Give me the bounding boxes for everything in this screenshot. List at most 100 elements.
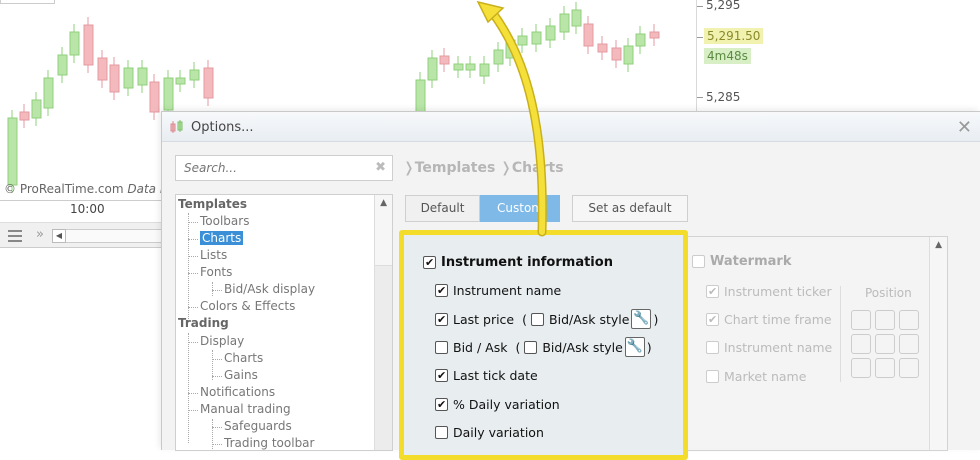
- position-cell[interactable]: [899, 358, 919, 378]
- position-cell[interactable]: [875, 334, 895, 354]
- candle-body: [427, 57, 438, 81]
- position-cell[interactable]: [899, 310, 919, 330]
- tree-scrollbar[interactable]: ▲: [374, 195, 392, 450]
- content-scrollbar[interactable]: ▲: [929, 237, 947, 450]
- tree-item-display-charts[interactable]: Charts: [224, 351, 263, 365]
- tree-item-lists[interactable]: Lists: [200, 248, 227, 262]
- bid-ask-row[interactable]: Bid / Ask ( Bid/Ask style 🔧 ): [435, 337, 652, 357]
- position-cell[interactable]: [851, 358, 871, 378]
- horizontal-scrollbar[interactable]: [66, 229, 165, 243]
- instrument-name-row[interactable]: Instrument name: [435, 283, 561, 298]
- search-input[interactable]: [176, 156, 366, 180]
- candle-body: [175, 77, 186, 85]
- watermark-timeframe-row[interactable]: Chart time frame: [706, 312, 832, 327]
- tree-branch: [212, 359, 222, 360]
- tab-custom[interactable]: Custom: [480, 195, 560, 222]
- tree-section-templates[interactable]: Templates: [178, 197, 247, 211]
- watermark-name-checkbox[interactable]: [706, 341, 719, 354]
- candle-body: [649, 31, 660, 39]
- tree-item-fonts[interactable]: Fonts: [200, 265, 232, 279]
- tab-default[interactable]: Default: [405, 195, 480, 222]
- settings-tree: Templates Toolbars Charts Lists Fonts Bi…: [175, 194, 393, 451]
- tree-item-display[interactable]: Display: [200, 334, 244, 348]
- breadcrumb-charts[interactable]: Charts: [512, 160, 564, 176]
- candle-body: [57, 54, 68, 76]
- tree-item-trading-toolbar[interactable]: Trading toolbar: [224, 436, 314, 450]
- price-tick: [697, 97, 703, 98]
- tree-item-toolbars[interactable]: Toolbars: [200, 214, 249, 228]
- pct-daily-variation-row[interactable]: % Daily variation: [435, 397, 560, 412]
- watermark-ticker-checkbox[interactable]: [706, 285, 719, 298]
- tree-connector: [188, 333, 189, 443]
- watermark-ticker-row[interactable]: Instrument ticker: [706, 284, 832, 299]
- double-chevron-icon[interactable]: »: [36, 227, 44, 242]
- data-source-text: Data r: [127, 182, 165, 196]
- tree-branch: [188, 307, 198, 308]
- breadcrumb-chevron-icon: ❭: [403, 160, 415, 176]
- position-cell[interactable]: [851, 310, 871, 330]
- tree-item-colors-effects[interactable]: Colors & Effects: [200, 299, 295, 313]
- tree-branch: [188, 222, 198, 223]
- position-cell[interactable]: [875, 310, 895, 330]
- tree-item-charts[interactable]: Charts: [200, 231, 244, 245]
- daily-variation-checkbox[interactable]: [435, 426, 448, 439]
- tree-item-manual-trading[interactable]: Manual trading: [200, 402, 291, 416]
- scrollbar-thumb[interactable]: [375, 265, 392, 450]
- last-price-row[interactable]: Last price ( Bid/Ask style 🔧 ): [435, 309, 658, 329]
- bid-ask-style-checkbox[interactable]: [524, 340, 538, 354]
- bidask-style-label: Bid/Ask style: [542, 339, 623, 355]
- menu-icon[interactable]: [8, 230, 22, 242]
- watermark-market-checkbox[interactable]: [706, 370, 719, 383]
- breadcrumb-templates[interactable]: Templates: [415, 160, 496, 176]
- instrument-info-row[interactable]: Instrument information: [423, 255, 613, 270]
- instrument-info-checkbox[interactable]: [423, 256, 436, 269]
- set-as-default-button[interactable]: Set as default: [572, 195, 688, 222]
- candle-body: [149, 81, 160, 113]
- watermark-market-row[interactable]: Market name: [706, 369, 806, 384]
- position-cell[interactable]: [851, 334, 871, 354]
- scroll-up-icon[interactable]: ▲: [935, 240, 942, 250]
- tree-item-safeguards[interactable]: Safeguards: [224, 419, 292, 433]
- candle-body: [203, 67, 214, 99]
- copyright-label: © ProRealTime.com: [4, 182, 124, 196]
- daily-variation-row[interactable]: Daily variation: [435, 425, 544, 440]
- wrench-icon[interactable]: 🔧: [631, 309, 652, 329]
- last-price-label: 5,291.50: [704, 28, 764, 44]
- pct-daily-variation-checkbox[interactable]: [435, 398, 448, 411]
- last-tick-date-checkbox[interactable]: [435, 369, 448, 382]
- instrument-name-checkbox[interactable]: [435, 284, 448, 297]
- watermark-checkbox[interactable]: [692, 255, 705, 268]
- tree-item-gains[interactable]: Gains: [224, 368, 258, 382]
- pct-daily-variation-label: % Daily variation: [453, 397, 560, 412]
- scroll-left-button[interactable]: ◀: [52, 229, 66, 243]
- position-label: Position: [865, 286, 912, 300]
- wrench-icon[interactable]: 🔧: [624, 337, 645, 357]
- last-tick-date-row[interactable]: Last tick date: [435, 368, 538, 383]
- candle-body: [493, 49, 504, 65]
- copyright-text: © ProRealTime.com Data r: [4, 182, 165, 196]
- candle-body: [43, 77, 54, 109]
- candle-body: [597, 43, 608, 53]
- tree-connector: [188, 213, 189, 321]
- scroll-up-icon[interactable]: ▲: [380, 198, 387, 208]
- bid-ask-checkbox[interactable]: [435, 340, 448, 354]
- candle-body: [611, 47, 622, 61]
- watermark-name-row[interactable]: Instrument name: [706, 340, 832, 355]
- tree-item-notifications[interactable]: Notifications: [200, 385, 275, 399]
- close-icon[interactable]: ✕: [957, 117, 972, 138]
- position-cell[interactable]: [899, 334, 919, 354]
- clear-search-icon[interactable]: ✖: [375, 160, 386, 175]
- watermark-timeframe-label: Chart time frame: [724, 312, 832, 327]
- tree-item-bidask-display[interactable]: Bid/Ask display: [224, 282, 315, 296]
- dialog-titlebar[interactable]: Options... ✕: [162, 112, 980, 142]
- tree-branch: [212, 290, 222, 291]
- last-price-checkbox[interactable]: [435, 312, 448, 326]
- candle-body: [7, 117, 18, 186]
- watermark-market-label: Market name: [724, 369, 807, 384]
- last-price-bidask-style-checkbox[interactable]: [531, 312, 545, 326]
- position-cell[interactable]: [875, 358, 895, 378]
- watermark-timeframe-checkbox[interactable]: [706, 313, 719, 326]
- tree-section-trading[interactable]: Trading: [178, 316, 229, 330]
- watermark-row[interactable]: Watermark: [692, 254, 791, 269]
- close-paren: ): [653, 311, 659, 327]
